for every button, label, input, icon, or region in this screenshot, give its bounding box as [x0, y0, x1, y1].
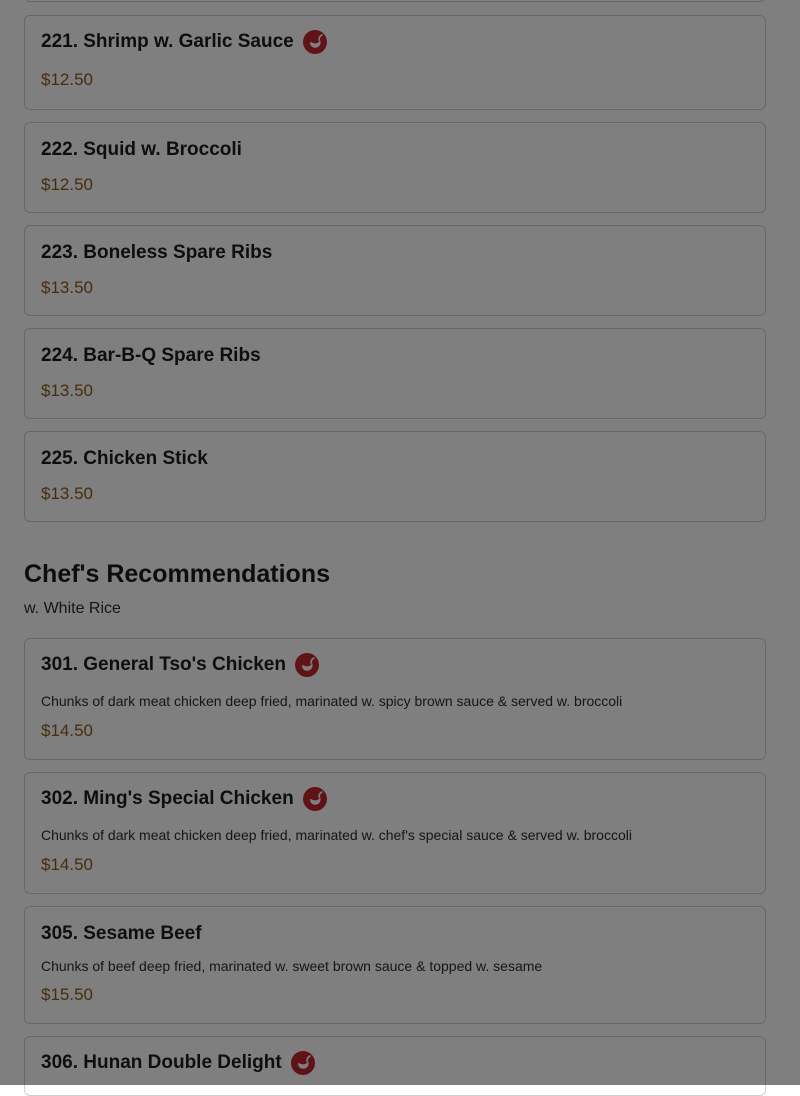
menu-page: 221. Shrimp w. Garlic Sauce $12.50 222. …: [0, 0, 800, 1096]
modal-backdrop[interactable]: [0, 0, 800, 1085]
